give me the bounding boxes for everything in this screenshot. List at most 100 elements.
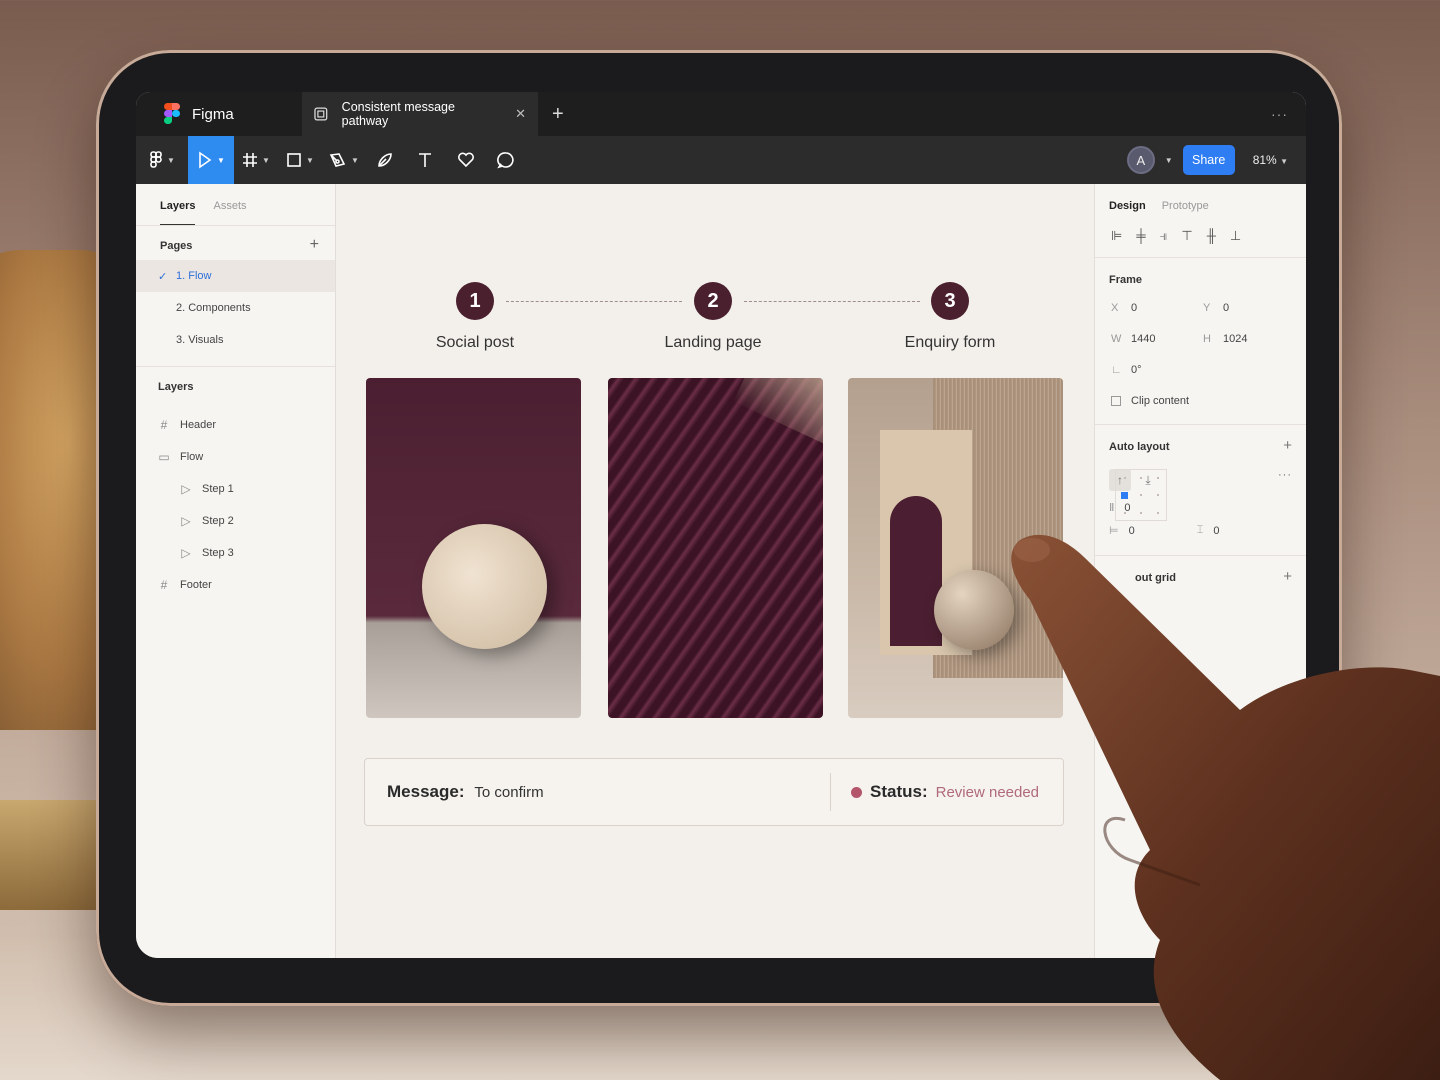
plugins-tool-button[interactable] <box>446 136 486 184</box>
folder-icon: ▭ <box>158 450 170 464</box>
more-options-icon[interactable]: ··· <box>1278 469 1292 481</box>
frame-icon: # <box>160 578 168 592</box>
layer-step-1[interactable]: ▷ Step 1 <box>136 473 335 505</box>
page-item-flow[interactable]: ✓ 1. Flow <box>136 260 335 292</box>
layer-label: Step 1 <box>202 483 234 495</box>
left-panel: Layers Assets Pages + ✓ 1. Flow 2. Compo… <box>136 184 336 958</box>
layer-header[interactable]: # Header <box>136 409 335 441</box>
align-left-icon[interactable]: ⊫ <box>1111 228 1122 247</box>
chevron-down-icon[interactable]: ▼ <box>1165 156 1173 165</box>
step-number-2: 2 <box>694 282 732 320</box>
page-item-visuals[interactable]: 3. Visuals <box>136 324 335 356</box>
tab-layers[interactable]: Layers <box>160 200 196 225</box>
design-canvas[interactable]: 1 2 3 Social post Landing page Enquiry f… <box>336 184 1094 958</box>
align-bottom-icon[interactable]: ⊥ <box>1230 228 1241 247</box>
app-name: Figma <box>192 105 234 123</box>
align-center-vertical-icon[interactable]: ╫ <box>1207 228 1216 247</box>
step-1-image[interactable] <box>366 378 581 718</box>
message-value: To confirm <box>474 784 544 801</box>
chevron-down-icon: ▼ <box>217 155 225 165</box>
grid-dot <box>1140 511 1143 514</box>
text-tool-button[interactable] <box>404 136 446 184</box>
more-options-icon[interactable]: ··· <box>1271 106 1288 122</box>
step-label-3: Enquiry form <box>904 334 996 351</box>
move-tool-button[interactable]: ▼ <box>188 136 234 184</box>
grid-dot <box>1123 511 1126 514</box>
status-label: Status: <box>870 782 928 801</box>
comment-tool-button[interactable] <box>486 136 526 184</box>
pencil-tool-button[interactable] <box>366 136 404 184</box>
layer-footer[interactable]: # Footer <box>136 569 335 601</box>
shape-tool-button[interactable]: ▼ <box>278 136 322 184</box>
x-value: 0 <box>1131 301 1138 314</box>
close-tab-icon[interactable]: ✕ <box>515 106 526 122</box>
frame-title: Frame <box>1109 274 1143 286</box>
tab-prototype[interactable]: Prototype <box>1162 200 1209 218</box>
zoom-dropdown[interactable]: 81% ▼ <box>1253 153 1288 167</box>
frame-tool-button[interactable]: ▼ <box>234 136 278 184</box>
disc-shape <box>422 524 547 649</box>
page-item-components[interactable]: 2. Components <box>136 292 335 324</box>
arch-opening <box>890 496 942 646</box>
document-tab[interactable]: Consistent message pathway ✕ <box>302 92 538 136</box>
rotation-value: 0° <box>1131 363 1142 376</box>
pencil-icon <box>378 153 392 167</box>
alignment-grid[interactable] <box>1115 469 1168 521</box>
toolbar-right: A ▼ Share 81% ▼ <box>1126 145 1306 175</box>
document-title: Consistent message pathway <box>341 100 455 128</box>
title-bar: Figma Consistent message pathway ✕ + ··· <box>136 92 1306 136</box>
add-auto-layout-icon[interactable]: + <box>1283 438 1292 453</box>
pages-header: Pages + <box>136 226 335 260</box>
step-number-1: 1 <box>456 282 494 320</box>
y-field[interactable]: Y0 <box>1203 302 1295 314</box>
tab-assets[interactable]: Assets <box>213 200 246 225</box>
message-status-bar[interactable]: Message: To confirm Status: Review neede… <box>364 758 1064 826</box>
position-row: X0 Y0 <box>1095 292 1306 323</box>
h-label: H <box>1203 332 1211 345</box>
page-label: 3. Visuals <box>176 334 224 346</box>
clip-content-row[interactable]: Clip content <box>1095 385 1306 416</box>
align-top-icon[interactable]: ⊤ <box>1181 228 1192 247</box>
step-label-2: Landing page <box>664 334 762 351</box>
grid-dot <box>1123 476 1126 479</box>
height-field[interactable]: H 1024 <box>1203 333 1295 345</box>
clip-content-checkbox[interactable] <box>1111 395 1121 406</box>
step-2-image[interactable] <box>608 378 823 718</box>
text-icon <box>419 153 431 167</box>
align-center-horizontal-icon[interactable]: ╪ <box>1136 228 1145 247</box>
main-menu-button[interactable]: ▼ <box>136 136 188 184</box>
right-panel-tabs: Design Prototype <box>1095 184 1306 218</box>
share-button[interactable]: Share <box>1182 145 1235 175</box>
rotation-field[interactable]: ∟ 0° <box>1111 364 1203 376</box>
user-avatar[interactable]: A <box>1126 146 1155 174</box>
layer-flow[interactable]: ▭ Flow <box>136 441 335 473</box>
heart-icon <box>458 152 474 168</box>
width-field[interactable]: W 1440 <box>1111 333 1203 345</box>
document-icon <box>314 107 328 121</box>
frame-section-header: Frame <box>1095 258 1306 292</box>
rotation-row: ∟ 0° <box>1095 354 1306 385</box>
grid-dot <box>1157 476 1160 479</box>
layer-step-3[interactable]: ▷ Step 3 <box>136 537 335 569</box>
align-right-icon[interactable]: ⫣ <box>1160 228 1168 247</box>
step-number-3: 3 <box>931 282 969 320</box>
tab-design[interactable]: Design <box>1109 200 1146 218</box>
chevron-down-icon: ▼ <box>306 155 314 165</box>
pages-title: Pages <box>160 240 193 252</box>
left-panel-tabs: Layers Assets <box>136 184 335 226</box>
pen-tool-button[interactable]: ▼ <box>322 136 366 184</box>
height-value: 1024 <box>1223 332 1248 345</box>
grid-dot <box>1140 494 1143 496</box>
grid-dot-selected <box>1121 491 1129 499</box>
layer-step-2[interactable]: ▷ Step 2 <box>136 505 335 537</box>
page-label: 1. Flow <box>176 270 212 282</box>
x-field[interactable]: X0 <box>1111 302 1203 314</box>
grid-dot <box>1140 476 1143 479</box>
app-tab[interactable]: Figma <box>136 92 296 136</box>
layer-label: Flow <box>180 451 204 463</box>
add-tab-icon[interactable]: + <box>552 103 564 126</box>
add-page-icon[interactable]: + <box>310 237 319 253</box>
width-value: 1440 <box>1131 332 1156 345</box>
alignment-toolbar: ⊫ ╪ ⫣ ⊤ ╫ ⊥ <box>1095 218 1306 258</box>
play-icon: ▷ <box>181 546 191 560</box>
